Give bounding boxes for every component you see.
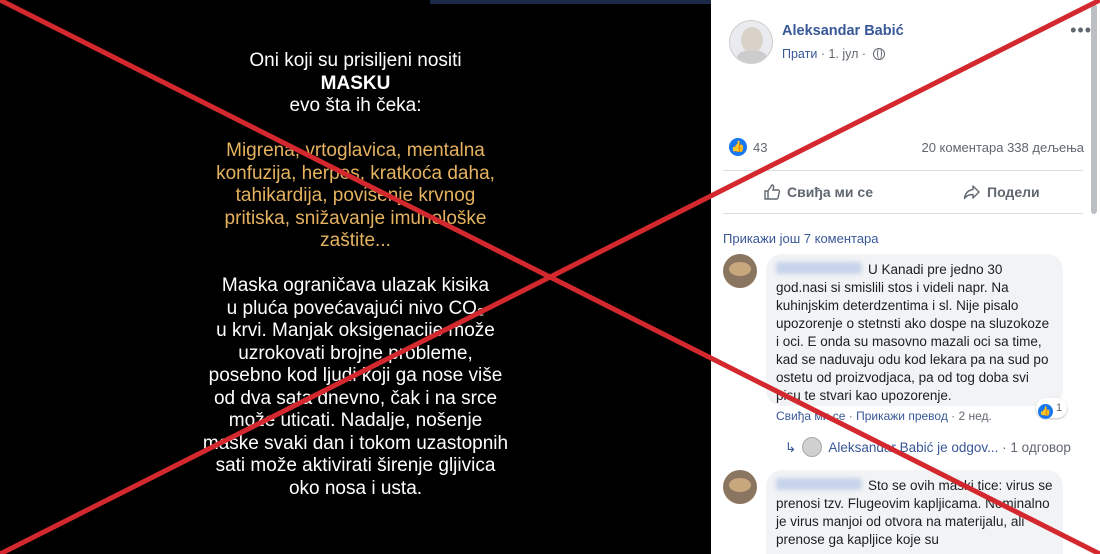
commenter-avatar[interactable] — [723, 470, 757, 504]
share-label: Подели — [987, 184, 1040, 200]
reply-count[interactable]: · 1 одговор — [998, 440, 1071, 455]
like-button[interactable]: Свиђа ми се — [763, 183, 873, 201]
reply-preview[interactable]: ↳ Aleksandar Babić je odgov... · 1 одгово… — [785, 437, 1071, 457]
background-strip — [430, 0, 711, 4]
body-line: oko nosa i usta. — [288, 477, 423, 499]
post-meta: Прати · 1. јул · — [782, 47, 885, 61]
author-avatar[interactable] — [729, 20, 773, 64]
intro-line: evo šta ih čeka: — [289, 95, 422, 116]
reaction-counts: 👍 43 20 коментара 338 дељења — [729, 138, 1084, 158]
body-line: može uticati. Nadalje, nošenje — [228, 410, 483, 431]
symptom-line: Migrena, vrtoglavica, mentalna — [226, 140, 485, 161]
body-line: od dva sata dnevno, čak i na srce — [213, 387, 498, 409]
comment-bubble: U Kanadi pre jedno 30 god.nasi si smisli… — [766, 254, 1063, 406]
share-icon — [963, 183, 981, 201]
like-count[interactable]: 43 — [753, 140, 767, 155]
body-line: maske svaki dan i tokom uzastopnih — [202, 432, 509, 454]
share-button[interactable]: Подели — [963, 183, 1040, 201]
globe-icon — [872, 48, 885, 60]
image-intro-text: Oni koji su prisiljeni nositi MASKU evo … — [0, 50, 711, 118]
separator: · — [845, 409, 857, 423]
intro-line: Oni koji su prisiljeni nositi — [249, 50, 462, 71]
comment-actions: Свиђа ми се · Прикажи превод · 2 нед. — [776, 409, 992, 423]
body-line: uzrokovati brojne probleme, — [238, 342, 473, 364]
reply-arrow-icon: ↳ — [785, 440, 797, 455]
follow-link[interactable]: Прати — [782, 47, 817, 61]
show-more-comments-link[interactable]: Прикажи још 7 коментара — [723, 231, 879, 246]
body-text: Maska ograničava ulazak kisika u pluća p… — [0, 275, 711, 500]
comment-reaction-badge[interactable]: 👍 1 — [1036, 398, 1068, 419]
body-line: Maska ograničava ulazak kisika — [221, 275, 490, 296]
thumbs-up-icon[interactable]: 👍 — [729, 138, 747, 156]
symptom-line: konfuzija, herpes, kratkoća daha, — [216, 162, 495, 184]
translate-link[interactable]: Прикажи превод — [856, 409, 948, 423]
reaction-count: 1 — [1056, 402, 1063, 414]
reply-avatar — [802, 437, 823, 457]
action-bar: Свиђа ми се Подели — [723, 170, 1083, 214]
comment-bubble: Sto se ovih maski tice: virus se prenosi… — [766, 470, 1063, 554]
commenter-name-redacted[interactable] — [776, 478, 862, 490]
comments-shares-count[interactable]: 20 коментара 338 дељења — [921, 140, 1084, 155]
reply-author-text[interactable]: Aleksandar Babić je odgov... — [828, 440, 998, 455]
intro-bold: MASKU — [320, 72, 391, 94]
body-line: u krvi. Manjak oksigenacije može — [216, 320, 495, 341]
body-line: u pluća povećavajući nivo CO₂ — [226, 297, 485, 319]
symptom-line: zaštite... — [320, 230, 391, 251]
commenter-name-redacted[interactable] — [776, 262, 862, 274]
body-line: posebno kod ljudi koji ga nose više — [208, 365, 503, 386]
comment-text: U Kanadi pre jedno 30 god.nasi si smisli… — [776, 262, 1050, 403]
symptom-line: tahikardija, povišenje krvnog — [235, 185, 476, 206]
comment-time[interactable]: · 2 нед. — [948, 409, 992, 423]
commenter-avatar[interactable] — [723, 254, 757, 288]
symptoms-text: Migrena, vrtoglavica, mentalna konfuzija… — [0, 140, 711, 253]
post-date[interactable]: · 1. јул · — [821, 47, 866, 61]
thumbs-up-outline-icon — [763, 183, 781, 201]
comment-like-link[interactable]: Свиђа ми се — [776, 409, 845, 423]
more-options-icon[interactable]: ••• — [1070, 20, 1092, 41]
thumbs-up-icon: 👍 — [1038, 404, 1053, 419]
post-header: Aleksandar Babić Прати · 1. јул · — [729, 20, 1089, 66]
author-name[interactable]: Aleksandar Babić — [782, 23, 904, 39]
post-image[interactable]: Oni koji su prisiljeni nositi MASKU evo … — [0, 0, 711, 554]
post-sidebar: Aleksandar Babić Прати · 1. јул · ••• 👍 … — [711, 0, 1100, 554]
like-label: Свиђа ми се — [787, 184, 873, 200]
body-line: sati može aktivirati širenje gljivica — [215, 455, 496, 476]
symptom-line: pritiska, snižavanje imunološke — [224, 207, 487, 229]
